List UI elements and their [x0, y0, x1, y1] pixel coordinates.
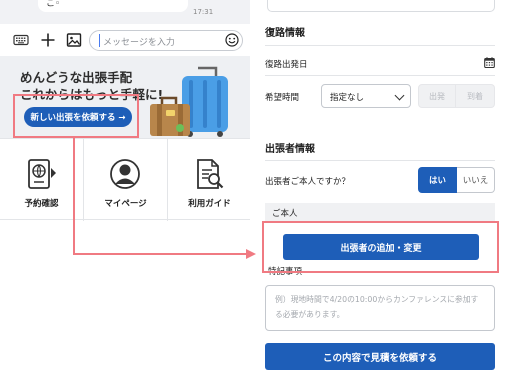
return-section-title: 復路情報	[265, 28, 305, 39]
text-caret	[99, 34, 100, 47]
time-select-value: 指定なし	[330, 93, 365, 103]
arrive-toggle-label: 到着	[467, 91, 483, 101]
message-input[interactable]: メッセージを入力	[89, 30, 243, 51]
guide-document-icon	[197, 159, 224, 189]
menu-item-guide[interactable]: 利用ガイド	[168, 139, 251, 221]
traveler-section-title: 出張者情報	[265, 144, 315, 155]
chat-message-time: 17:31	[193, 8, 214, 16]
passport-icon	[28, 159, 56, 189]
menu-item-label: 利用ガイド	[188, 199, 231, 209]
depart-toggle[interactable]: 出発	[418, 84, 456, 108]
message-input-placeholder: メッセージを入力	[103, 38, 175, 48]
calendar-icon[interactable]	[484, 57, 495, 68]
chevron-down-icon	[394, 90, 405, 101]
highlight-box-add-traveler	[262, 221, 499, 273]
self-traveler-label: ご本人	[272, 209, 298, 219]
emoji-icon[interactable]	[225, 33, 239, 47]
time-select[interactable]: 指定なし	[321, 84, 411, 108]
no-toggle-label: いいえ	[462, 176, 489, 186]
connector-line-horizontal	[73, 253, 249, 255]
menu-item-label: 予約確認	[24, 199, 59, 209]
submit-quote-request-label: この内容で見積を依頼する	[322, 352, 437, 364]
divider	[265, 160, 495, 161]
self-traveler-band: ご本人	[265, 203, 495, 221]
time-label: 希望時間	[265, 93, 300, 103]
trip-request-form: 復路情報 復路出発日 希望時間 指定なし 出発 到着 出張者情報 出張者ご本人で…	[262, 0, 509, 378]
arrive-toggle[interactable]: 到着	[456, 84, 495, 108]
chat-message-bubble: こ◦	[38, 0, 188, 12]
banner-title-line1: めんどうな出張手配	[20, 70, 133, 85]
menu-item-reservation[interactable]: 予約確認	[0, 139, 83, 221]
connector-line-vertical	[73, 138, 75, 254]
keyboard-icon[interactable]	[13, 32, 29, 48]
divider	[265, 75, 495, 76]
previous-field-bottom	[267, 0, 495, 12]
notes-textarea[interactable]: 例）現地時間で4/20の10:00からカンファレンスに参加する必要があります。	[265, 285, 495, 331]
self-question-label: 出張者ご本人ですか？	[265, 177, 351, 187]
submit-quote-request-button[interactable]: この内容で見積を依頼する	[265, 343, 495, 370]
divider	[265, 45, 495, 46]
menu-item-label: マイページ	[104, 199, 147, 209]
arrow-head-icon	[246, 249, 256, 259]
user-avatar-icon	[110, 159, 140, 189]
image-icon[interactable]	[66, 32, 82, 48]
yes-toggle-label: はい	[428, 176, 446, 186]
suitcase-illustration-icon	[150, 66, 228, 137]
notes-placeholder: 例）現地時間で4/20の10:00からカンファレンスに参加する必要があります。	[275, 295, 479, 319]
plus-icon[interactable]	[40, 32, 56, 48]
menu-item-mypage[interactable]: マイページ	[84, 139, 167, 221]
depart-toggle-label: 出発	[429, 91, 445, 101]
chat-app-panel: こ◦ 17:31 メッセージを入力 めんどうな出張手配 これからはもっと手軽に!…	[0, 0, 250, 378]
chat-message-text: こ◦	[46, 0, 61, 9]
no-toggle[interactable]: いいえ	[457, 167, 495, 193]
yes-toggle[interactable]: はい	[418, 167, 457, 193]
return-date-label: 復路出発日	[265, 60, 308, 70]
highlight-box-banner-button	[13, 94, 139, 138]
rich-menu: 予約確認 マイページ 利用ガイド	[0, 138, 251, 221]
chat-history-area: こ◦ 17:31	[0, 0, 250, 24]
